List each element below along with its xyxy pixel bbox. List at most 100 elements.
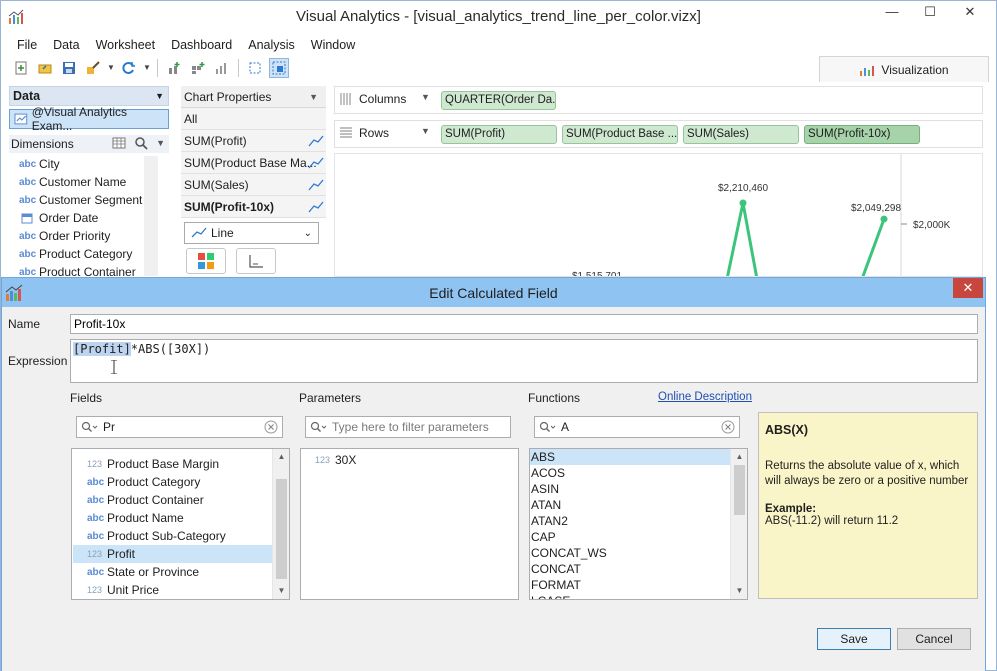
abc-icon: abc	[87, 530, 105, 542]
chevron-down-icon[interactable]: ▼	[309, 86, 318, 108]
abc-icon: abc	[19, 230, 37, 242]
expression-editor[interactable]: [Profit]*ABS([30X])	[70, 339, 978, 383]
dialog-close-button[interactable]: ✕	[953, 278, 983, 298]
function-item[interactable]: ATAN2	[530, 513, 730, 529]
clear-search-icon[interactable]	[721, 420, 735, 434]
function-item[interactable]: ACOS	[530, 465, 730, 481]
close-window-button[interactable]: ✕	[947, 1, 993, 23]
field-item[interactable]: 123 Product Base Margin	[73, 455, 272, 473]
scroll-thumb[interactable]	[276, 479, 287, 579]
functions-search-input[interactable]: A	[534, 416, 740, 438]
function-item[interactable]: CONCAT	[530, 561, 730, 577]
fields-scrollbar[interactable]: ▲ ▼	[272, 449, 289, 599]
line-chart[interactable]: $2,000K $1,515,701 $2,210,460 $2,049,298	[335, 154, 982, 282]
parameter-item-30x[interactable]: 123 30X	[315, 451, 356, 469]
chevron-down-icon[interactable]: ▼	[155, 87, 164, 105]
columns-shelf[interactable]: Columns ▼ QUARTER(Order Da...	[334, 86, 983, 114]
dimension-label: Customer Name	[39, 175, 127, 189]
refresh-button[interactable]	[119, 58, 139, 78]
maximize-button[interactable]: ☐	[913, 1, 947, 23]
field-item[interactable]: abc Product Category	[73, 473, 272, 491]
chart-area[interactable]: $2,000K $1,515,701 $2,210,460 $2,049,298	[334, 153, 983, 282]
menu-window[interactable]: Window	[303, 36, 363, 54]
dimensions-title: Dimensions	[11, 137, 74, 151]
add-row-button[interactable]	[164, 58, 184, 78]
scroll-down-icon[interactable]: ▼	[273, 583, 289, 599]
lasso-select-button[interactable]	[245, 58, 265, 78]
menu-dashboard[interactable]: Dashboard	[163, 36, 240, 54]
row-pill-sum-profit[interactable]: SUM(Profit)	[441, 125, 557, 144]
functions-scrollbar[interactable]: ▲ ▼	[730, 449, 747, 599]
save-button[interactable]: Save	[817, 628, 891, 650]
datasource-name: @Visual Analytics Exam...	[31, 105, 128, 133]
chart-prop-sum-profit[interactable]: SUM(Profit)	[181, 130, 326, 152]
function-item[interactable]: ABS	[530, 449, 730, 465]
menu-worksheet[interactable]: Worksheet	[88, 36, 164, 54]
row-pill-sum-profit-10x[interactable]: SUM(Profit-10x)	[804, 125, 920, 144]
open-file-button[interactable]	[35, 58, 55, 78]
field-item[interactable]: abc Product Sub-Category	[73, 527, 272, 545]
rect-select-icon	[272, 61, 286, 75]
online-description-link[interactable]: Online Description	[658, 391, 752, 403]
function-item[interactable]: ASIN	[530, 481, 730, 497]
chevron-down-icon[interactable]: ▼	[421, 126, 430, 136]
menu-file[interactable]: File	[9, 36, 45, 54]
chart-prop-sum-product-base-margin[interactable]: SUM(Product Base Ma...	[181, 152, 326, 174]
numeric-type-icon: 123	[87, 585, 103, 595]
parameters-search-input[interactable]: Type here to filter parameters	[305, 416, 511, 438]
menu-analysis[interactable]: Analysis	[240, 36, 303, 54]
chevron-down-icon[interactable]: ▼	[107, 58, 115, 78]
scroll-down-icon[interactable]: ▼	[731, 583, 747, 599]
visualization-tab[interactable]: Visualization	[819, 56, 989, 82]
menu-data[interactable]: Data	[45, 36, 87, 54]
function-signature: ABS(X)	[765, 423, 809, 437]
parameters-label: Parameters	[299, 391, 362, 405]
field-item[interactable]: 123 Profit	[73, 545, 272, 563]
bar-chart-button[interactable]	[212, 58, 232, 78]
chart-prop-sum-sales[interactable]: SUM(Sales)	[181, 174, 326, 196]
chevron-down-icon[interactable]: ▼	[143, 58, 151, 78]
row-pill-sum-product-base-margin[interactable]: SUM(Product Base ...	[562, 125, 678, 144]
scroll-up-icon[interactable]: ▲	[273, 449, 289, 465]
chart-prop-label: SUM(Profit)	[184, 134, 247, 148]
save-file-button[interactable]	[59, 58, 79, 78]
clear-search-icon[interactable]	[264, 420, 278, 434]
rect-select-button[interactable]	[269, 58, 289, 78]
mark-type-select[interactable]: Line ⌄	[184, 222, 319, 244]
field-item[interactable]: abc State or Province	[73, 563, 272, 581]
clear-format-button[interactable]	[83, 58, 103, 78]
scroll-up-icon[interactable]: ▲	[731, 449, 747, 465]
chart-properties-title: Chart Properties	[184, 90, 272, 104]
table-icon[interactable]	[112, 137, 126, 149]
minimize-button[interactable]: —	[875, 1, 909, 23]
chevron-down-icon[interactable]: ▼	[156, 138, 165, 148]
field-item[interactable]: 123 Unit Price	[73, 581, 272, 599]
calendar-icon	[21, 213, 33, 224]
scroll-thumb[interactable]	[734, 465, 745, 515]
search-icon[interactable]	[134, 136, 148, 150]
new-file-button[interactable]	[11, 58, 31, 78]
field-item[interactable]: abc Product Container	[73, 491, 272, 509]
function-item[interactable]: ATAN	[530, 497, 730, 513]
field-item[interactable]: abc Product Name	[73, 509, 272, 527]
chevron-down-icon[interactable]: ▼	[421, 92, 430, 102]
function-item[interactable]: FORMAT	[530, 577, 730, 593]
add-column-button[interactable]	[188, 58, 208, 78]
window-title: Visual Analytics - [visual_analytics_tre…	[296, 8, 701, 25]
function-item[interactable]: CAP	[530, 529, 730, 545]
name-field[interactable]	[70, 314, 978, 334]
chart-prop-sum-profit-10x[interactable]: SUM(Profit-10x)	[181, 196, 326, 218]
parameters-search-placeholder: Type here to filter parameters	[332, 420, 489, 434]
datasource-item[interactable]: @Visual Analytics Exam...	[9, 105, 169, 133]
rows-shelf[interactable]: Rows ▼ SUM(Profit) SUM(Product Base ... …	[334, 120, 983, 148]
chart-prop-all[interactable]: All	[181, 108, 326, 130]
color-mark-button[interactable]	[186, 248, 226, 274]
function-item[interactable]: LCASE	[530, 593, 730, 599]
function-item[interactable]: CONCAT_WS	[530, 545, 730, 561]
cancel-button[interactable]: Cancel	[897, 628, 971, 650]
size-mark-button[interactable]	[236, 248, 276, 274]
fields-search-input[interactable]: Pr	[76, 416, 283, 438]
dimension-scrollbar[interactable]	[144, 156, 158, 276]
row-pill-sum-sales[interactable]: SUM(Sales)	[683, 125, 799, 144]
column-pill-quarter-order-date[interactable]: QUARTER(Order Da...	[441, 91, 556, 110]
